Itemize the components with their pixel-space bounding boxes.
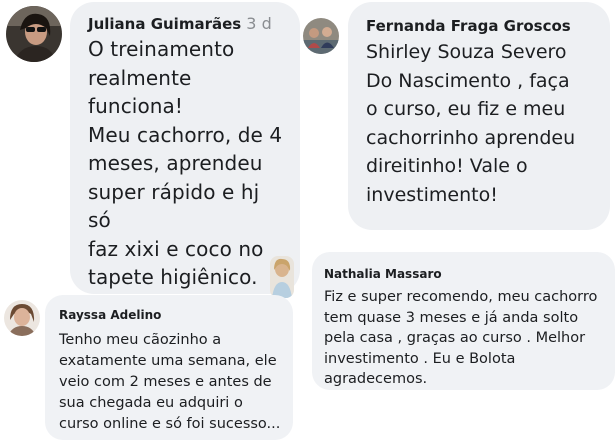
- comment-bubble-nathalia: Nathalia Massaro Fiz e super recomendo, …: [312, 252, 615, 390]
- comment-header: Juliana Guimarães 3 d: [88, 14, 286, 33]
- comment-time[interactable]: 3 d: [246, 14, 271, 33]
- person-photo-icon: [270, 256, 294, 298]
- comment-header: Rayssa Adelino: [59, 304, 285, 323]
- comment-header: Fernanda Fraga Groscos: [366, 16, 600, 35]
- avatar-rayssa[interactable]: [4, 300, 40, 336]
- comment-bubble-juliana: Juliana Guimarães 3 d O treinamento real…: [70, 2, 300, 294]
- comment-author[interactable]: Juliana Guimarães: [88, 15, 241, 33]
- comment-author[interactable]: Rayssa Adelino: [59, 308, 161, 322]
- comment-header: Nathalia Massaro: [324, 263, 607, 282]
- comment-text: Tenho meu cãozinho a exatamente uma sema…: [59, 332, 281, 432]
- person-photo-icon: [6, 6, 62, 62]
- group-photo-icon: [303, 18, 339, 54]
- person-photo-icon: [4, 300, 40, 336]
- comment-bubble-rayssa: Rayssa Adelino Tenho meu cãozinho a exat…: [45, 295, 293, 440]
- comment-bubble-fernanda: Fernanda Fraga Groscos Shirley Souza Sev…: [348, 2, 610, 230]
- comment-text: Shirley Souza Severo Do Nascimento , faç…: [366, 41, 576, 206]
- comment-author[interactable]: Fernanda Fraga Groscos: [366, 17, 571, 35]
- avatar-nathalia[interactable]: [270, 256, 294, 298]
- avatar-fernanda[interactable]: [303, 18, 339, 54]
- comment-text: O treinamento realmente funciona! Meu ca…: [88, 37, 286, 294]
- comment-author[interactable]: Nathalia Massaro: [324, 267, 442, 281]
- avatar-juliana[interactable]: [6, 6, 62, 62]
- comment-text: Fiz e super recomendo, meu cachorro tem …: [324, 289, 598, 387]
